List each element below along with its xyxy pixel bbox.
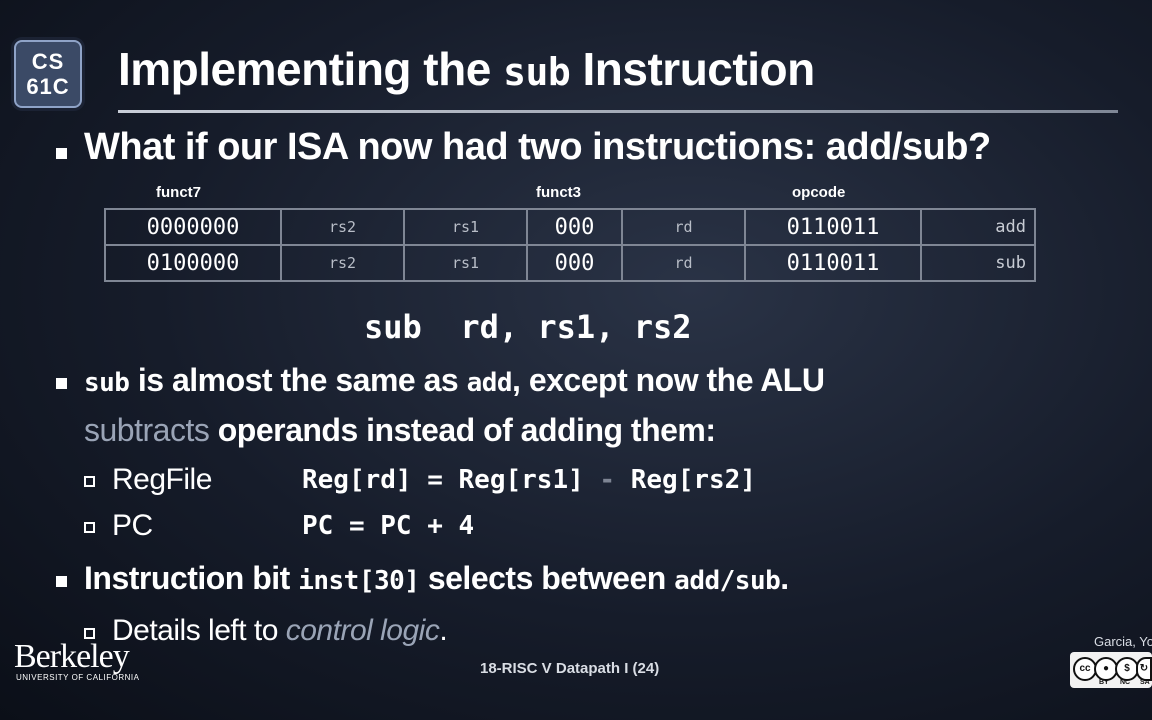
- instruction-encoding-table: 0000000 rs2 rs1 000 rd 0110011 add 01000…: [104, 208, 1036, 282]
- bullet-marker: [56, 378, 67, 389]
- code-inst30: inst[30]: [298, 566, 420, 596]
- cell-instruction-name: add: [920, 208, 1036, 246]
- nc-label: NC: [1120, 679, 1131, 686]
- bullet-2-text1: is almost the same as: [129, 362, 467, 398]
- cell-funct3: 000: [526, 244, 623, 282]
- bullet-3-text3: .: [780, 560, 789, 596]
- cell-rs2: rs2: [280, 208, 405, 246]
- bullet-1-text: What if our ISA now had two instructions…: [84, 126, 991, 168]
- sub-bullet-marker: [84, 522, 95, 533]
- cell-opcode: 0110011: [744, 208, 922, 246]
- minus-operator: -: [599, 465, 616, 495]
- control-logic-text: control logic: [285, 614, 440, 647]
- sa-label: SA: [1140, 679, 1150, 686]
- bullet-3-text: Instruction bit inst[30] selects between…: [84, 560, 789, 597]
- bullet-3-text2: selects between: [419, 560, 675, 596]
- logo-line1: CS: [31, 49, 65, 74]
- regfile-rhs: Reg[rs2]: [615, 465, 756, 495]
- table-row-sub: 0100000 rs2 rs1 000 rd 0110011 sub: [104, 244, 1036, 282]
- author-credit: Garcia, Yo: [1094, 634, 1152, 649]
- subitem-pc-code: PC = PC + 4: [302, 511, 475, 541]
- bullet-2-text2: , except now the ALU: [512, 362, 825, 398]
- detail-text: Details left to control logic.: [112, 614, 448, 648]
- regfile-lhs: Reg[rd] = Reg[rs1]: [302, 465, 600, 495]
- cell-funct3: 000: [526, 208, 623, 246]
- bullet-marker: [56, 148, 67, 159]
- detail-end: .: [439, 614, 448, 647]
- cell-instruction-name: sub: [920, 244, 1036, 282]
- subitem-regfile-code: Reg[rd] = Reg[rs1] - Reg[rs2]: [302, 465, 756, 495]
- sub-bullet-marker: [84, 476, 95, 487]
- bullet-3-text1: Instruction bit: [84, 560, 299, 596]
- creative-commons-badge: cc ● $ ↻ BY NC SA: [1070, 652, 1152, 688]
- cell-opcode: 0110011: [744, 244, 922, 282]
- code-add: add: [466, 368, 513, 398]
- highlight-subtracts: subtracts: [84, 412, 210, 448]
- bullet-marker: [56, 576, 67, 587]
- assembly-syntax: sub rd, rs1, rs2: [364, 308, 692, 346]
- cell-rd: rd: [621, 208, 746, 246]
- logo-line2: 61C: [26, 74, 70, 99]
- cell-rd: rd: [621, 244, 746, 282]
- by-label: BY: [1099, 679, 1109, 686]
- berkeley-logo: Berkeley: [14, 638, 130, 675]
- subitem-regfile-label: RegFile: [112, 463, 212, 496]
- berkeley-subtitle: UNIVERSITY OF CALIFORNIA: [16, 673, 140, 682]
- slide-footer: 18-RISC V Datapath I (24): [480, 660, 660, 677]
- cell-rs2: rs2: [280, 244, 405, 282]
- title-pre: Implementing the: [118, 43, 504, 95]
- title-post: Instruction: [570, 43, 816, 95]
- title-code: sub: [503, 50, 571, 94]
- table-row-add: 0000000 rs2 rs1 000 rd 0110011 add: [104, 208, 1036, 246]
- code-sub: sub: [84, 368, 130, 398]
- header-funct7: funct7: [156, 184, 201, 201]
- cell-funct7: 0100000: [104, 244, 282, 282]
- bullet-2-line2: subtracts operands instead of adding the…: [84, 412, 716, 449]
- header-funct3: funct3: [536, 184, 581, 201]
- title-divider: [118, 110, 1118, 113]
- slide-title: Implementing the sub Instruction: [118, 42, 815, 96]
- sa-icon: ↻: [1136, 657, 1152, 681]
- detail-prefix: Details left to: [112, 614, 286, 647]
- cs61c-logo: CS 61C: [14, 40, 82, 108]
- header-opcode: opcode: [792, 184, 846, 201]
- cell-funct7: 0000000: [104, 208, 282, 246]
- code-add-sub: add/sub: [674, 566, 781, 596]
- bullet-2-text3: operands instead of adding them:: [209, 412, 716, 448]
- subitem-pc-label: PC: [112, 509, 153, 542]
- cell-rs1: rs1: [403, 208, 528, 246]
- cell-rs1: rs1: [403, 244, 528, 282]
- bullet-2-line1: sub is almost the same as add, except no…: [84, 362, 825, 399]
